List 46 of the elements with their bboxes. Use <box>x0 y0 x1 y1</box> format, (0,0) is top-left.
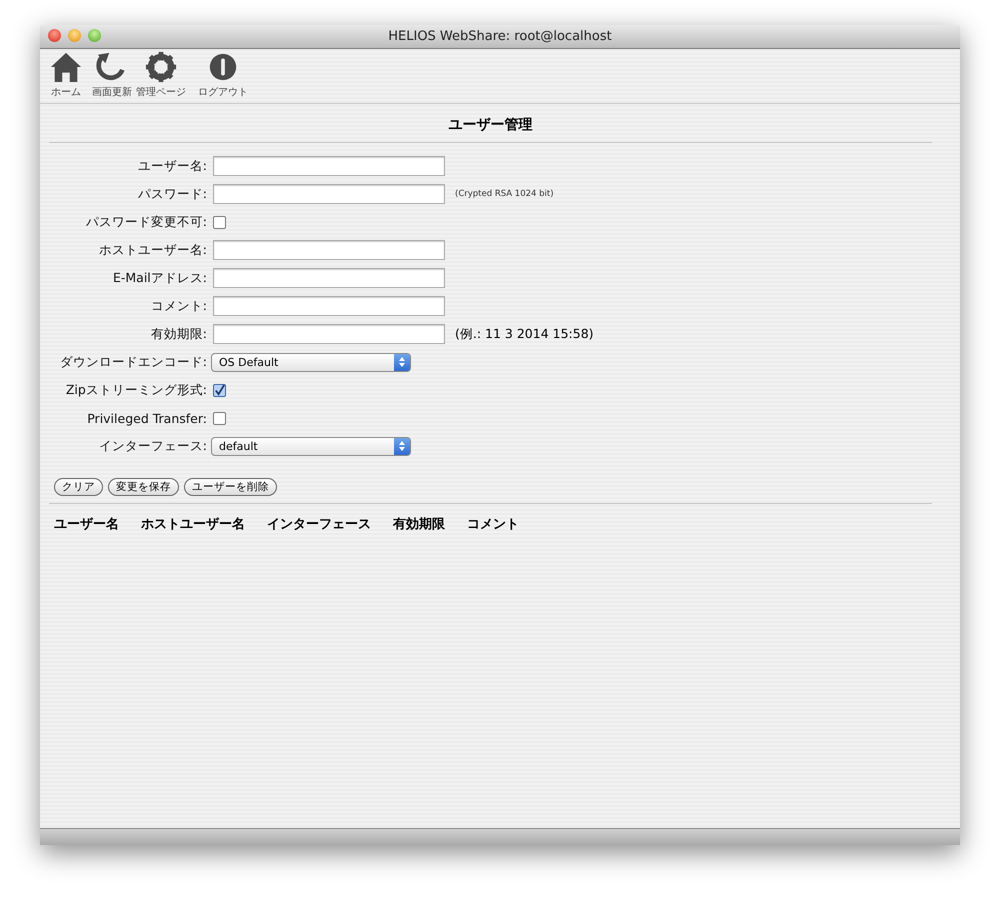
column-header: コメント <box>467 516 519 533</box>
up-down-arrows-icon <box>398 440 406 452</box>
field-label: ダウンロードエンコード: <box>58 354 207 370</box>
column-header: 有効期限 <box>393 516 445 533</box>
toolbar-item[interactable]: 管理ページ <box>136 49 186 103</box>
input-field[interactable] <box>213 156 445 176</box>
action-button[interactable]: ユーザーを削除 <box>184 478 277 496</box>
toolbar-item[interactable]: ログアウト <box>198 49 248 103</box>
field-label: Privileged Transfer: <box>86 410 207 426</box>
hint-text: (例.: 11 3 2014 15:58) <box>455 326 594 342</box>
field-label: パスワード: <box>136 186 207 202</box>
input-field[interactable] <box>213 268 445 288</box>
column-header: インターフェース <box>267 516 371 533</box>
gear-icon <box>145 51 177 83</box>
field-label: 有効期限: <box>150 326 207 342</box>
input-field[interactable] <box>213 240 445 260</box>
close-button[interactable] <box>48 29 61 42</box>
input-field[interactable] <box>213 296 445 316</box>
field-label: E-Mailアドレス: <box>112 270 207 286</box>
page-heading: ユーザー管理 <box>49 104 932 143</box>
field-label: ユーザー名: <box>136 158 207 174</box>
input-field[interactable] <box>213 324 445 344</box>
toolbar-item[interactable]: 画面更新 <box>90 49 134 103</box>
up-down-arrows-icon <box>398 356 406 368</box>
info-icon <box>207 51 239 83</box>
dropdown[interactable]: OS Default <box>211 352 411 372</box>
checkbox[interactable] <box>213 216 226 228</box>
minimize-button[interactable] <box>68 29 81 42</box>
field-label: インターフェース: <box>98 438 207 454</box>
action-button[interactable]: クリア <box>54 478 103 496</box>
home-icon <box>50 51 82 83</box>
toolbar-item[interactable]: ホーム <box>44 49 88 103</box>
checkbox[interactable] <box>213 412 226 424</box>
checkbox[interactable] <box>213 384 226 396</box>
dropdown[interactable]: default <box>211 436 411 456</box>
field-label: コメント: <box>150 298 207 314</box>
window-title: HELIOS WebShare: root@localhost <box>388 29 612 44</box>
column-header: ユーザー名 <box>54 516 119 533</box>
zoom-button[interactable] <box>88 29 101 42</box>
action-button[interactable]: 変更を保存 <box>108 478 179 496</box>
field-label: Zipストリーミング形式: <box>64 382 207 398</box>
input-field[interactable] <box>213 184 445 204</box>
column-header: ホストユーザー名 <box>141 516 245 533</box>
field-label: ホストユーザー名: <box>98 242 207 258</box>
hint-text: (Crypted RSA 1024 bit) <box>455 189 554 199</box>
field-label: パスワード変更不可: <box>84 214 207 230</box>
